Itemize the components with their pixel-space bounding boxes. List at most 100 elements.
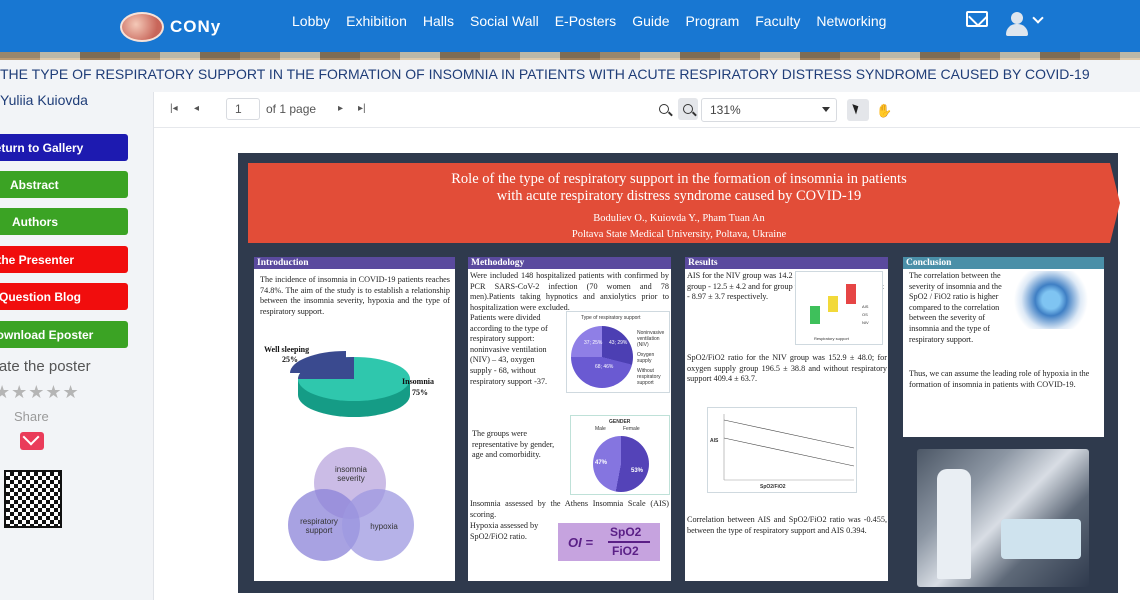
formula-denominator: FiO2 xyxy=(612,544,639,558)
oi-formula: OI = SpO2 FiO2 xyxy=(558,523,660,561)
box-legend-0: AIS xyxy=(862,304,869,309)
nav-link-program[interactable]: Program xyxy=(686,13,740,29)
question-blog-label: Question Blog xyxy=(0,289,81,304)
conclusion-text-2: Thus, we can assume the leading role of … xyxy=(909,369,1090,389)
conclusion-panel: Conclusion The correlation between the s… xyxy=(903,257,1104,437)
brain-logo-icon xyxy=(120,12,164,42)
methodology-heading: Methodology xyxy=(468,257,671,269)
ais-scatter-figure: SpO2/FiO2 AIS xyxy=(707,407,857,493)
mail-icon[interactable] xyxy=(966,11,988,27)
last-page-icon[interactable]: ▸| xyxy=(358,103,366,114)
logo[interactable]: CONy xyxy=(120,12,221,42)
nav-link-lobby[interactable]: Lobby xyxy=(292,13,330,29)
covid-virus-image xyxy=(1011,271,1091,329)
medical-worker-figure xyxy=(937,469,971,579)
venn-label-hypoxia: hypoxia xyxy=(370,522,398,531)
insomnia-pie-chart xyxy=(290,351,410,417)
gender-legend-male: Male xyxy=(595,426,606,432)
page-title: THE TYPE OF RESPIRATORY SUPPORT IN THE F… xyxy=(0,66,1090,82)
hospital-bed-figure xyxy=(1001,519,1081,559)
hand-tool-icon[interactable]: ✋ xyxy=(876,103,892,119)
nav-links: Lobby Exhibition Halls Social Wall E-Pos… xyxy=(292,13,886,29)
scatter-ylabel: AIS xyxy=(710,438,719,444)
poster-header: Role of the type of respiratory support … xyxy=(248,163,1120,243)
scatter-xlabel: SpO2/FiO2 xyxy=(760,484,786,490)
next-page-icon[interactable]: ▸ xyxy=(338,103,343,114)
decorative-stripe xyxy=(0,52,1140,60)
question-blog-button[interactable]: Question Blog xyxy=(0,283,128,310)
methodology-panel: Methodology Were included 148 hospitaliz… xyxy=(468,257,671,581)
nav-link-social-wall[interactable]: Social Wall xyxy=(470,13,539,29)
download-eposter-button[interactable]: Download Eposter xyxy=(0,321,128,348)
introduction-heading: Introduction xyxy=(254,257,455,269)
chevron-down-icon xyxy=(822,107,830,112)
ais-scatter-plot xyxy=(723,414,855,481)
nav-link-halls[interactable]: Halls xyxy=(423,13,454,29)
abstract-button[interactable]: Abstract xyxy=(0,171,128,198)
box-niv xyxy=(846,284,856,304)
poster-title-line1: Role of the type of respiratory support … xyxy=(451,171,907,187)
insomnia-label: Insomnia xyxy=(402,377,435,386)
pdf-viewer: |◂ ◂ 1 of 1 page ▸ ▸| 131% ✋ Role of the… xyxy=(153,92,1140,600)
nav-link-e-posters[interactable]: E-Posters xyxy=(555,13,616,29)
user-avatar-icon[interactable] xyxy=(1006,12,1028,36)
respiratory-pie xyxy=(571,326,633,388)
nav-link-faculty[interactable]: Faculty xyxy=(755,13,800,29)
authors-label: Authors xyxy=(12,214,58,229)
poster-title: Role of the type of respiratory support … xyxy=(248,171,1110,205)
download-eposter-label: Download Eposter xyxy=(0,327,94,342)
avatar-body xyxy=(1006,24,1028,36)
results-text-3: Correlation between AIS and SpO2/FiO2 ra… xyxy=(687,515,887,535)
page-number-input[interactable]: 1 xyxy=(226,98,260,120)
pie1-label-1: 43; 29% xyxy=(609,340,628,346)
results-heading: Results xyxy=(685,257,888,269)
conclusion-text-1: The correlation between the severity of … xyxy=(909,271,1002,344)
ask-the-presenter-button[interactable]: Ask the Presenter xyxy=(0,246,128,273)
qr-code xyxy=(4,470,62,528)
well-sleeping-label: Well sleeping xyxy=(264,345,310,354)
rating-stars[interactable]: ★★★★★ xyxy=(0,382,80,403)
chevron-down-icon[interactable] xyxy=(1032,12,1044,24)
conclusion-heading: Conclusion xyxy=(903,257,1104,269)
respiratory-pie-figure: Type of respiratory support 37; 25% 43; … xyxy=(566,311,670,393)
avatar-head xyxy=(1011,12,1023,24)
first-page-icon[interactable]: |◂ xyxy=(170,103,178,114)
ask-the-presenter-label: Ask the Presenter xyxy=(0,252,75,267)
formula-lhs: OI = xyxy=(568,535,593,550)
hospital-photo xyxy=(917,449,1089,587)
logo-text: CONy xyxy=(170,17,222,36)
respiratory-pie-caption: Type of respiratory support xyxy=(581,315,641,321)
box-caption: Respiratory support xyxy=(814,336,849,341)
methodology-text-1: Were included 148 hospitalized patients … xyxy=(470,271,669,312)
formula-numerator: SpO2 xyxy=(610,525,642,539)
poster-authors: Boduliev O., Kuiovda Y., Pham Tuan An xyxy=(593,213,765,224)
ais-boxplot-figure: AIS OS NIV Respiratory support xyxy=(795,271,883,345)
zoom-select[interactable]: 131% xyxy=(701,98,837,122)
introduction-text: The incidence of insomnia in COVID-19 pa… xyxy=(260,275,450,316)
gender-pie-figure: GENDER Male Female 47% 53% xyxy=(570,415,670,495)
presenter-name: Yuliia Kuiovda xyxy=(0,92,88,108)
methodology-text-3: The groups were representative by gender… xyxy=(472,429,555,460)
methodology-text-4: Insomnia assessed by the Athens Insomnia… xyxy=(470,499,669,519)
venn-label-insomnia: insomnia severity xyxy=(334,465,367,483)
poster-header-tail xyxy=(1110,163,1120,243)
box-legend-2: NIV xyxy=(862,320,869,325)
pie1-legend-1: Oxygen supply xyxy=(637,352,655,364)
zoom-in-icon xyxy=(683,104,693,114)
gender-legend-female: Female xyxy=(623,426,640,432)
prev-page-icon[interactable]: ◂ xyxy=(194,103,199,114)
nav-link-exhibition[interactable]: Exhibition xyxy=(346,13,407,29)
share-email-icon[interactable] xyxy=(20,432,44,450)
nav-link-networking[interactable]: Networking xyxy=(816,13,886,29)
pie1-legend-2: Without respiratory support xyxy=(637,368,661,386)
return-to-gallery-button[interactable]: Return to Gallery xyxy=(0,134,128,161)
zoom-out-icon[interactable] xyxy=(659,104,669,114)
nav-link-guide[interactable]: Guide xyxy=(632,13,669,29)
poster-university: Poltava State Medical University, Poltav… xyxy=(571,229,787,240)
pie1-label-0: 37; 25% xyxy=(584,340,603,346)
methodology-text-2: Patients were divided according to the t… xyxy=(470,313,548,386)
poster-page: Role of the type of respiratory support … xyxy=(238,153,1120,593)
formula-divider xyxy=(608,541,650,543)
authors-button[interactable]: Authors xyxy=(0,208,128,235)
insomnia-pct: 75% xyxy=(412,388,428,397)
